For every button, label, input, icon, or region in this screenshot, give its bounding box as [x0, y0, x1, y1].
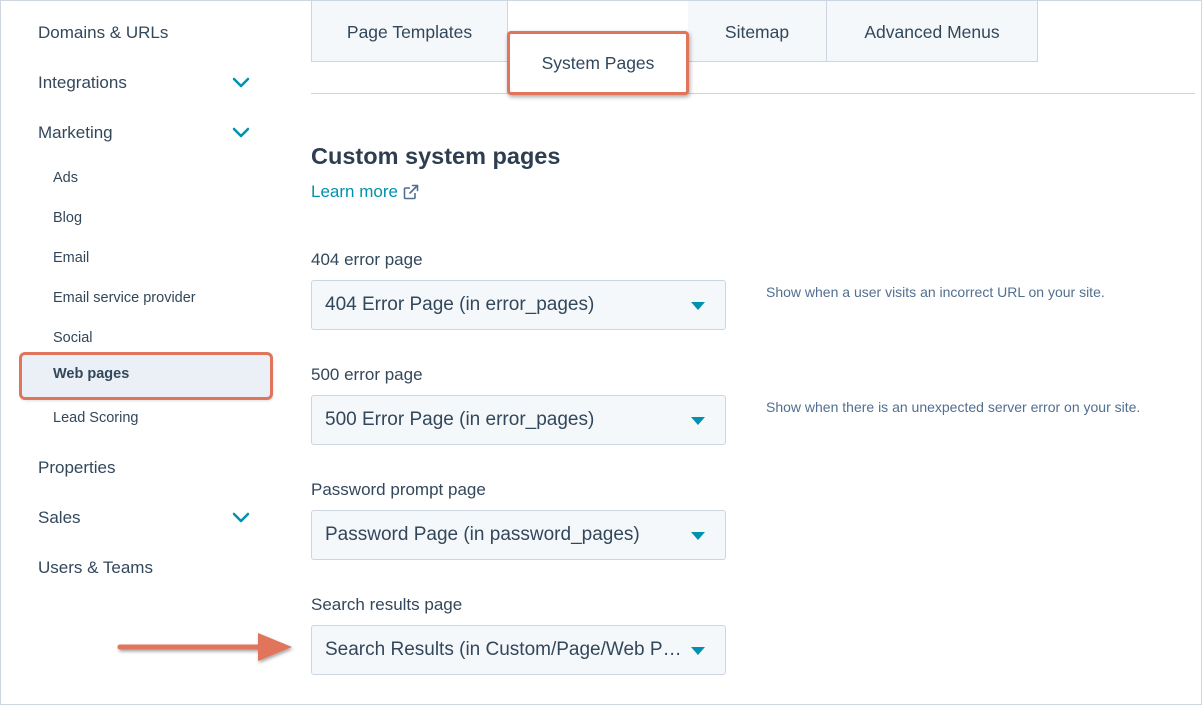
select-search-results-page[interactable]: Search Results (in Custom/Page/Web Pages… [311, 625, 726, 675]
caret-down-icon [691, 417, 705, 425]
learn-more-link[interactable]: Learn more [311, 182, 419, 202]
learn-more-label: Learn more [311, 182, 398, 201]
field-label-404: 404 error page [311, 250, 423, 269]
tab-page-templates[interactable]: Page Templates [311, 0, 508, 62]
select-value: Password Page (in password_pages) [325, 524, 640, 545]
select-value: 404 Error Page (in error_pages) [325, 294, 595, 315]
sidebar-item-users-teams[interactable]: Users & Teams [38, 556, 153, 580]
tab-divider [311, 93, 1195, 94]
sidebar-item-integrations[interactable]: Integrations [38, 71, 127, 95]
sidebar-item-blog[interactable]: Blog [53, 208, 82, 228]
sidebar-item-lead-scoring[interactable]: Lead Scoring [53, 408, 138, 428]
select-500-page[interactable]: 500 Error Page (in error_pages) [311, 395, 726, 445]
select-password-page[interactable]: Password Page (in password_pages) [311, 510, 726, 560]
sidebar-item-label: Web pages [53, 366, 130, 382]
tab-sitemap[interactable]: Sitemap [688, 0, 827, 62]
field-label-search-results: Search results page [311, 595, 463, 614]
sidebar-item-email[interactable]: Email [53, 248, 89, 268]
sidebar-item-sales[interactable]: Sales [38, 506, 81, 530]
tab-system-pages[interactable]: System Pages [507, 31, 689, 95]
settings-sidebar: Domains & URLs Integrations Marketing Ad… [0, 0, 280, 705]
field-label-password: Password prompt page [311, 480, 486, 499]
external-link-icon [403, 184, 419, 200]
page-title: Custom system pages [311, 143, 561, 169]
sidebar-item-ads[interactable]: Ads [53, 168, 78, 188]
caret-down-icon [691, 532, 705, 540]
help-text-500: Show when there is an unexpected server … [766, 399, 1141, 415]
annotation-arrow-icon [117, 633, 292, 661]
sidebar-item-properties[interactable]: Properties [38, 456, 115, 480]
chevron-down-icon[interactable] [231, 76, 251, 90]
select-value: Search Results (in Custom/Page/Web Pages… [325, 639, 685, 660]
field-label-500: 500 error page [311, 365, 423, 384]
sidebar-item-marketing[interactable]: Marketing [38, 121, 113, 145]
sidebar-item-web-pages[interactable]: Web pages [22, 355, 270, 397]
tab-advanced-menus[interactable]: Advanced Menus [826, 0, 1038, 62]
select-404-page[interactable]: 404 Error Page (in error_pages) [311, 280, 726, 330]
chevron-down-icon[interactable] [231, 511, 251, 525]
caret-down-icon [691, 647, 705, 655]
help-text-404: Show when a user visits an incorrect URL… [766, 284, 1105, 300]
caret-down-icon [691, 302, 705, 310]
sidebar-item-domains[interactable]: Domains & URLs [38, 21, 168, 45]
sidebar-item-social[interactable]: Social [53, 328, 93, 348]
sidebar-item-email-service-provider[interactable]: Email service provider [53, 288, 196, 308]
select-value: 500 Error Page (in error_pages) [325, 409, 595, 430]
chevron-down-icon[interactable] [231, 126, 251, 140]
